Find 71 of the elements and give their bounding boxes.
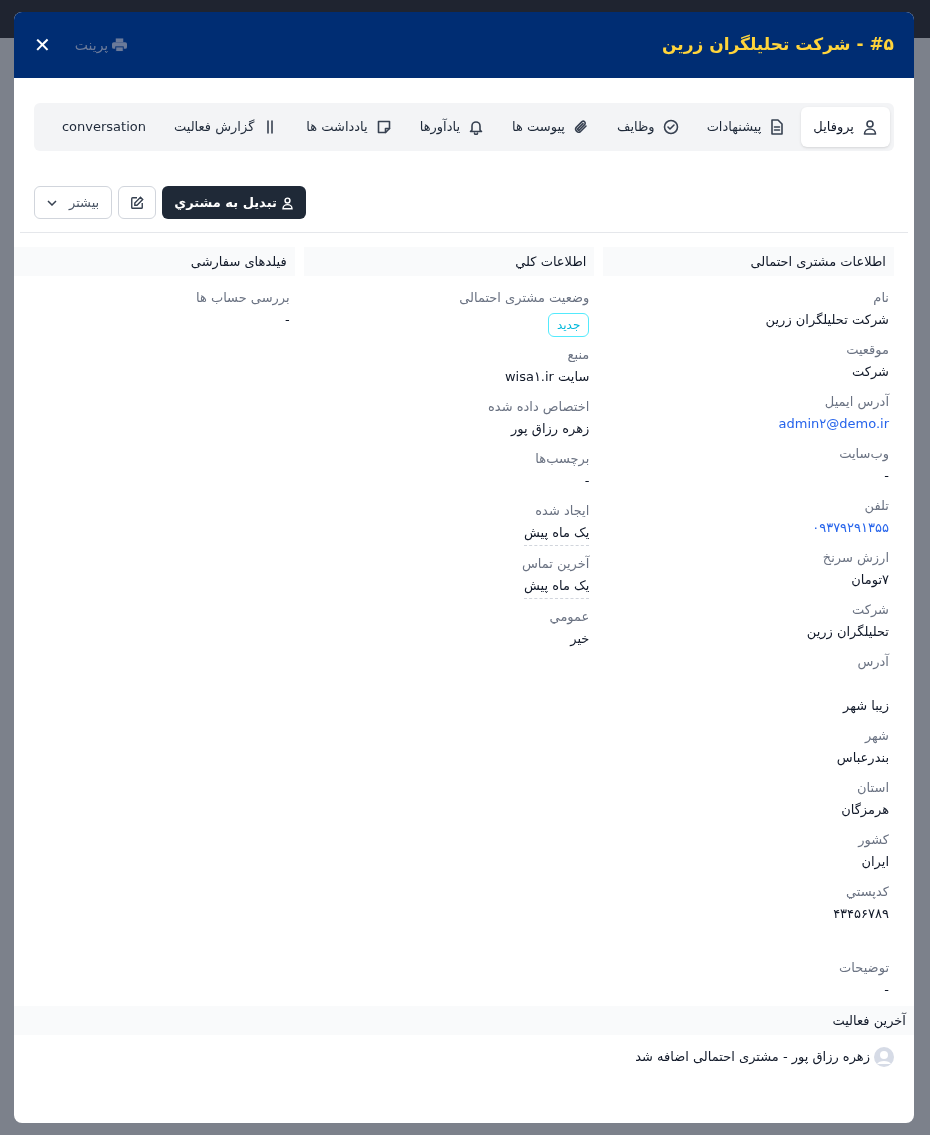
field-label: ایجاد شده (535, 502, 590, 520)
field-value: ۴۳۴۵۶۷۸۹ (833, 905, 889, 923)
field-label: نام (873, 289, 889, 307)
pencil-icon (130, 195, 145, 210)
user-icon (862, 119, 878, 135)
field-link[interactable]: ۰۹۳۷۹۲۹۱۳۵۵ (812, 516, 889, 540)
tab[interactable]: conversation (49, 107, 158, 147)
field-value: سایت wisa۱.ir (504, 368, 590, 386)
field-value: - (584, 472, 590, 490)
field-label: کشور (858, 831, 889, 850)
field-value: هرمزگان (841, 801, 889, 820)
avatar-icon (874, 1047, 894, 1067)
field-value: شرکت (851, 363, 889, 381)
field-value: شرکت تحلیلگران زرین (765, 311, 889, 330)
edit-button[interactable] (118, 186, 157, 219)
field-label: توضیحات (839, 959, 889, 978)
field-value: - (884, 981, 889, 999)
tab[interactable]: پیوست ها (500, 107, 601, 147)
check-circle-icon (662, 119, 679, 135)
field-label: ارزش سرنخ (822, 549, 889, 568)
close-button[interactable]: ✕ (34, 30, 51, 60)
modal-title: #۵ - شرکت تحلیلگران زرین (661, 33, 894, 57)
tab[interactable]: گزارش فعالیت (161, 107, 291, 147)
activity-text: زهره رزاق پور - مشتری احتمالی اضافه شد (635, 1048, 870, 1067)
field-value: ایران (861, 853, 889, 872)
field-label: منبع (567, 346, 590, 364)
printer-icon (112, 38, 128, 52)
field-label: شرکت (851, 601, 889, 619)
field-value: - (284, 311, 290, 329)
section-heading: اطلاعات کلي (303, 247, 595, 276)
field-value: بندرعباس (836, 749, 889, 768)
tab[interactable]: پیشنهادات (694, 107, 798, 147)
field-label: موقعیت (846, 341, 889, 360)
field-label: آخرین تماس (521, 554, 590, 574)
bell-icon (468, 119, 485, 135)
tab[interactable]: وظایف (604, 107, 691, 147)
field-value: یک ماه پیش (523, 574, 590, 599)
field-value: ۷تومان (851, 571, 889, 590)
tab[interactable]: یادداشت ها (294, 107, 404, 147)
field-label: شهر (864, 727, 889, 746)
field-value: یک ماه پیش (523, 521, 590, 546)
field-value: زیبا شهر (843, 697, 889, 716)
field-value: زهره رزاق پور (511, 420, 590, 439)
field-label: عمومي (549, 608, 590, 627)
field-label: وضعیت مشتری احتمالی (459, 289, 590, 308)
field-label: استان (857, 779, 889, 797)
more-dropdown[interactable]: بیشتر (34, 186, 113, 219)
field-label: آدرس (857, 652, 889, 672)
paperclip-icon (572, 119, 589, 135)
field-label: برچسب‌ها (535, 450, 590, 469)
field-label: بررسی حساب ها (195, 289, 290, 308)
section-heading: آخرین فعالیت (14, 1006, 914, 1035)
field-label: اختصاص داده شده (488, 398, 590, 417)
document-icon (769, 119, 786, 135)
tab[interactable]: پروفایل (801, 107, 890, 147)
tab[interactable]: یادآورها (407, 107, 497, 147)
field-label: آدرس ایمیل (824, 392, 889, 412)
field-label: وب‌سایت (839, 445, 889, 464)
note-icon (375, 119, 392, 135)
convert-button[interactable]: تبدیل به مشتري (162, 186, 306, 219)
caret-icon (47, 199, 57, 206)
section-heading: فیلدهای سفارشی (14, 247, 295, 276)
status-badge: جدید (548, 313, 590, 337)
field-value: تحلیلگران زرین (806, 623, 889, 642)
field-value: خیر (570, 630, 590, 648)
field-label: تلفن (864, 497, 889, 516)
field-value: - (884, 467, 889, 485)
section-heading: اطلاعات مشتری احتمالی (603, 247, 894, 276)
field-label: کدپستي (846, 883, 889, 901)
field-link[interactable]: admin۲@demo.ir (778, 412, 889, 436)
user-icon (280, 195, 294, 210)
